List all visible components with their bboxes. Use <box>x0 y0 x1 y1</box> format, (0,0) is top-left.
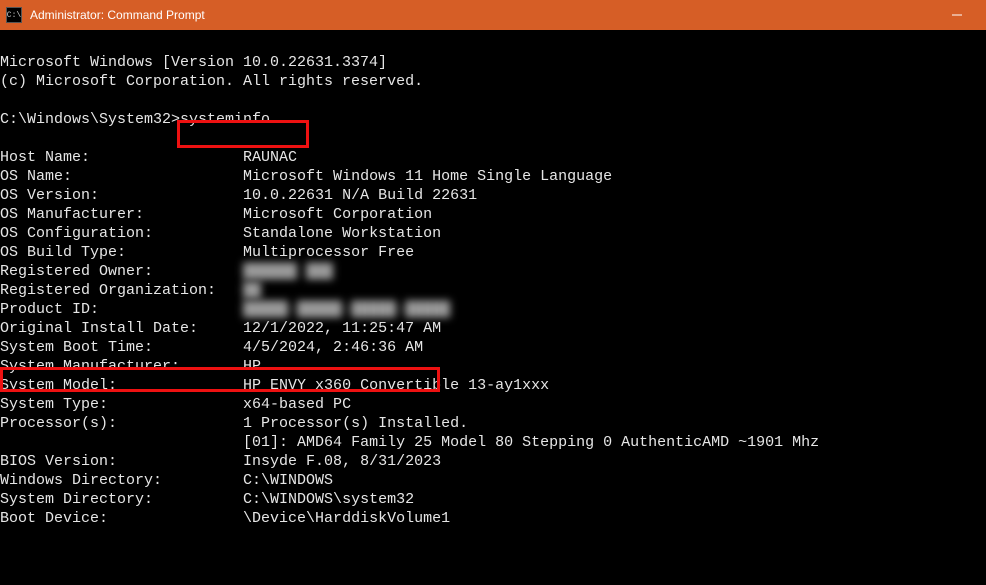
minimize-button[interactable] <box>934 0 980 30</box>
info-value: █████-█████-█████-█████ <box>243 301 450 318</box>
info-row: System Manufacturer: HP <box>0 357 986 376</box>
blank-line <box>0 130 9 147</box>
info-value: Microsoft Windows 11 Home Single Languag… <box>243 168 612 185</box>
info-label: BIOS Version: <box>0 453 243 470</box>
info-row: Product ID: █████-█████-█████-█████ <box>0 300 986 319</box>
info-row: OS Build Type: Multiprocessor Free <box>0 243 986 262</box>
info-row: Registered Organization: ██ <box>0 281 986 300</box>
info-label: Processor(s): <box>0 415 243 432</box>
titlebar[interactable]: C:\ Administrator: Command Prompt <box>0 0 986 30</box>
blank-line <box>0 92 9 109</box>
info-row: Host Name: RAUNAC <box>0 148 986 167</box>
info-label: OS Configuration: <box>0 225 243 242</box>
window-title: Administrator: Command Prompt <box>30 8 205 22</box>
info-value: HP <box>243 358 261 375</box>
info-label: OS Name: <box>0 168 243 185</box>
info-value: Standalone Workstation <box>243 225 441 242</box>
info-row: System Directory: C:\WINDOWS\system32 <box>0 490 986 509</box>
info-row: BIOS Version: Insyde F.08, 8/31/2023 <box>0 452 986 471</box>
info-value: 1 Processor(s) Installed. <box>243 415 468 432</box>
info-value: 12/1/2022, 11:25:47 AM <box>243 320 441 337</box>
info-label: Boot Device: <box>0 510 243 527</box>
info-row: OS Manufacturer: Microsoft Corporation <box>0 205 986 224</box>
info-label: System Manufacturer: <box>0 358 243 375</box>
info-label: Registered Organization: <box>0 282 243 299</box>
terminal-output[interactable]: Microsoft Windows [Version 10.0.22631.33… <box>0 30 986 585</box>
info-label: Registered Owner: <box>0 263 243 280</box>
info-row: System Type: x64-based PC <box>0 395 986 414</box>
info-label: OS Version: <box>0 187 243 204</box>
info-label: OS Manufacturer: <box>0 206 243 223</box>
info-label: System Type: <box>0 396 243 413</box>
info-label: Host Name: <box>0 149 243 166</box>
info-value: Multiprocessor Free <box>243 244 414 261</box>
info-row: System Boot Time: 4/5/2024, 2:46:36 AM <box>0 338 986 357</box>
info-value: Microsoft Corporation <box>243 206 432 223</box>
info-label: OS Build Type: <box>0 244 243 261</box>
info-row: OS Configuration: Standalone Workstation <box>0 224 986 243</box>
info-value: HP ENVY x360 Convertible 13-ay1xxx <box>243 377 549 394</box>
prompt-path: C:\Windows\System32> <box>0 111 180 128</box>
systeminfo-output: Host Name: RAUNACOS Name: Microsoft Wind… <box>0 148 986 528</box>
info-row: OS Name: Microsoft Windows 11 Home Singl… <box>0 167 986 186</box>
info-value: ██ <box>243 282 261 299</box>
info-row: Processor(s): 1 Processor(s) Installed. <box>0 414 986 433</box>
info-value: C:\WINDOWS <box>243 472 333 489</box>
info-row: Windows Directory: C:\WINDOWS <box>0 471 986 490</box>
info-value: RAUNAC <box>243 149 297 166</box>
info-row: Boot Device: \Device\HarddiskVolume1 <box>0 509 986 528</box>
info-value: C:\WINDOWS\system32 <box>243 491 414 508</box>
info-label: System Directory: <box>0 491 243 508</box>
info-label: Product ID: <box>0 301 243 318</box>
info-row: Original Install Date: 12/1/2022, 11:25:… <box>0 319 986 338</box>
info-value: 10.0.22631 N/A Build 22631 <box>243 187 477 204</box>
info-row: [01]: AMD64 Family 25 Model 80 Stepping … <box>0 433 986 452</box>
info-value: ██████ ███ <box>243 263 333 280</box>
info-row: OS Version: 10.0.22631 N/A Build 22631 <box>0 186 986 205</box>
info-value: [01]: AMD64 Family 25 Model 80 Stepping … <box>243 434 819 451</box>
info-label <box>0 434 243 451</box>
info-label: Windows Directory: <box>0 472 243 489</box>
info-label: System Boot Time: <box>0 339 243 356</box>
version-line: Microsoft Windows [Version 10.0.22631.33… <box>0 54 387 71</box>
info-row: Registered Owner: ██████ ███ <box>0 262 986 281</box>
command-text: systeminfo <box>180 111 270 128</box>
info-value: Insyde F.08, 8/31/2023 <box>243 453 441 470</box>
cmd-icon: C:\ <box>6 7 22 23</box>
info-label: System Model: <box>0 377 243 394</box>
info-value: \Device\HarddiskVolume1 <box>243 510 450 527</box>
info-label: Original Install Date: <box>0 320 243 337</box>
info-value: 4/5/2024, 2:46:36 AM <box>243 339 423 356</box>
prompt-line: C:\Windows\System32>systeminfo <box>0 111 270 128</box>
info-value: x64-based PC <box>243 396 351 413</box>
info-row: System Model: HP ENVY x360 Convertible 1… <box>0 376 986 395</box>
copyright-line: (c) Microsoft Corporation. All rights re… <box>0 73 423 90</box>
